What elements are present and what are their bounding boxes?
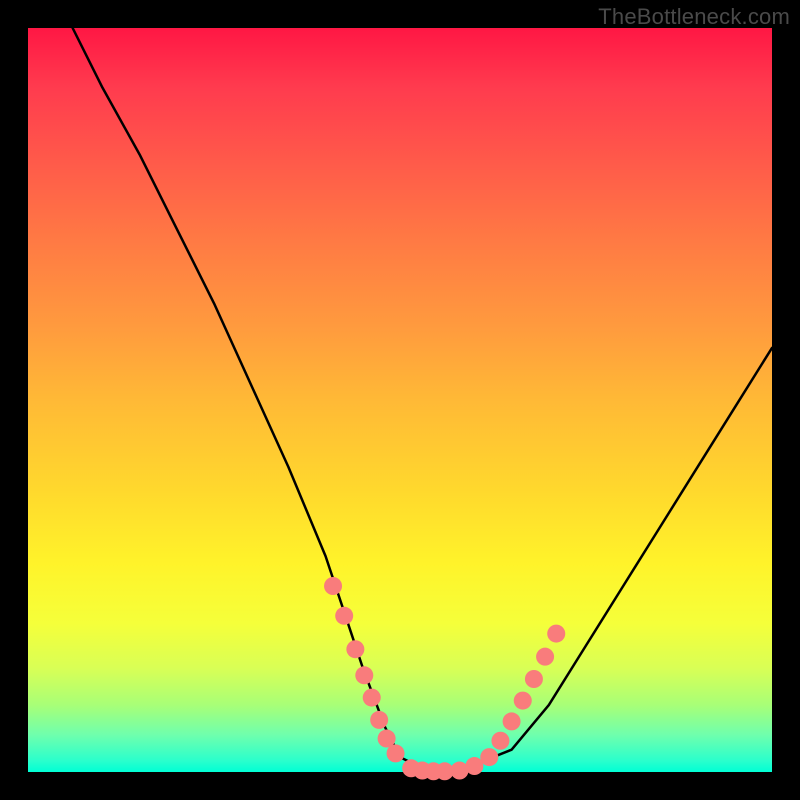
marker-dot xyxy=(363,689,381,707)
watermark-text: TheBottleneck.com xyxy=(598,4,790,30)
chart-svg xyxy=(28,28,772,772)
marker-dot xyxy=(525,670,543,688)
marker-dot xyxy=(370,711,388,729)
curve-path xyxy=(73,28,772,772)
marker-dot xyxy=(346,640,364,658)
marker-dot xyxy=(387,744,405,762)
marker-dot xyxy=(324,577,342,595)
marker-dot xyxy=(480,748,498,766)
chart-container: TheBottleneck.com xyxy=(0,0,800,800)
marker-dot xyxy=(355,666,373,684)
marker-dot xyxy=(536,648,554,666)
marker-dot xyxy=(547,625,565,643)
marker-dot xyxy=(491,732,509,750)
marker-dot xyxy=(503,712,521,730)
curve-group xyxy=(73,28,772,772)
markers-group xyxy=(324,577,565,780)
chart-plot-area xyxy=(28,28,772,772)
marker-dot xyxy=(335,607,353,625)
marker-dot xyxy=(514,692,532,710)
